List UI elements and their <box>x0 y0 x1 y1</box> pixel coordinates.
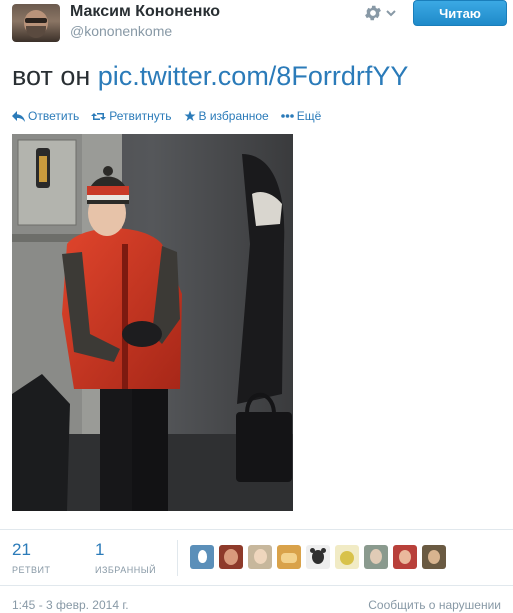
user-avatar[interactable] <box>219 545 243 569</box>
stats-bottom-divider <box>0 585 513 586</box>
bear-avatar[interactable] <box>306 545 330 569</box>
user-avatar[interactable] <box>364 545 388 569</box>
gear-icon <box>365 5 381 21</box>
star-icon <box>184 110 195 121</box>
retweet-stat[interactable]: 21 РЕТВИТ <box>12 540 50 575</box>
avatar-beard <box>26 26 46 38</box>
user-actions-menu[interactable] <box>363 2 403 24</box>
favorite-button[interactable]: В избранное <box>184 109 269 123</box>
reply-label: Ответить <box>28 109 80 123</box>
favorite-stat-label: ИЗБРАННЫЙ <box>95 565 157 575</box>
retweet-count: 21 <box>12 540 31 559</box>
user-avatar[interactable] <box>12 4 60 42</box>
user-avatar[interactable] <box>277 545 301 569</box>
following-button[interactable]: Читаю <box>413 0 507 26</box>
retweet-label: Ретвитнуть <box>109 109 172 123</box>
photo-illustration <box>12 134 293 511</box>
tweet-timestamp[interactable]: 1:45 - 3 февр. 2014 г. <box>12 598 129 612</box>
more-dots-icon <box>280 114 294 118</box>
favorite-count: 1 <box>95 540 105 559</box>
favorite-stat[interactable]: 1 ИЗБРАННЫЙ <box>95 540 156 575</box>
user-avatar[interactable] <box>422 545 446 569</box>
tweet-photo-link[interactable]: pic.twitter.com/8ForrdrfYY <box>98 61 409 91</box>
retweet-icon <box>91 112 107 120</box>
default-egg-avatar[interactable] <box>190 545 214 569</box>
reply-icon <box>12 110 25 122</box>
tweet-text-prefix: вот он <box>12 61 98 91</box>
tweet-actions: Ответить Ретвитнуть В избранное Ещё <box>12 109 321 123</box>
stats-top-divider <box>0 529 513 530</box>
chevron-down-icon <box>386 10 396 17</box>
favoriters-avatars <box>190 545 446 569</box>
user-avatar[interactable] <box>393 545 417 569</box>
stats-separator <box>177 540 178 576</box>
tweet-photo[interactable] <box>12 134 293 511</box>
tweet-text: вот он pic.twitter.com/8ForrdrfYY <box>12 58 408 94</box>
user-fullname[interactable]: Максим Кононенко <box>70 3 220 21</box>
avatar-glasses <box>25 18 47 23</box>
retweet-stat-label: РЕТВИТ <box>12 565 51 575</box>
report-link[interactable]: Сообщить о нарушении <box>368 598 501 612</box>
user-avatar[interactable] <box>248 545 272 569</box>
more-label: Ещё <box>296 109 322 123</box>
more-button[interactable]: Ещё <box>280 109 322 123</box>
retweet-button[interactable]: Ретвитнуть <box>91 109 172 123</box>
favorite-label: В избранное <box>198 109 269 123</box>
reply-button[interactable]: Ответить <box>12 109 79 123</box>
user-username[interactable]: @kononenkome <box>70 23 172 39</box>
user-avatar[interactable] <box>335 545 359 569</box>
